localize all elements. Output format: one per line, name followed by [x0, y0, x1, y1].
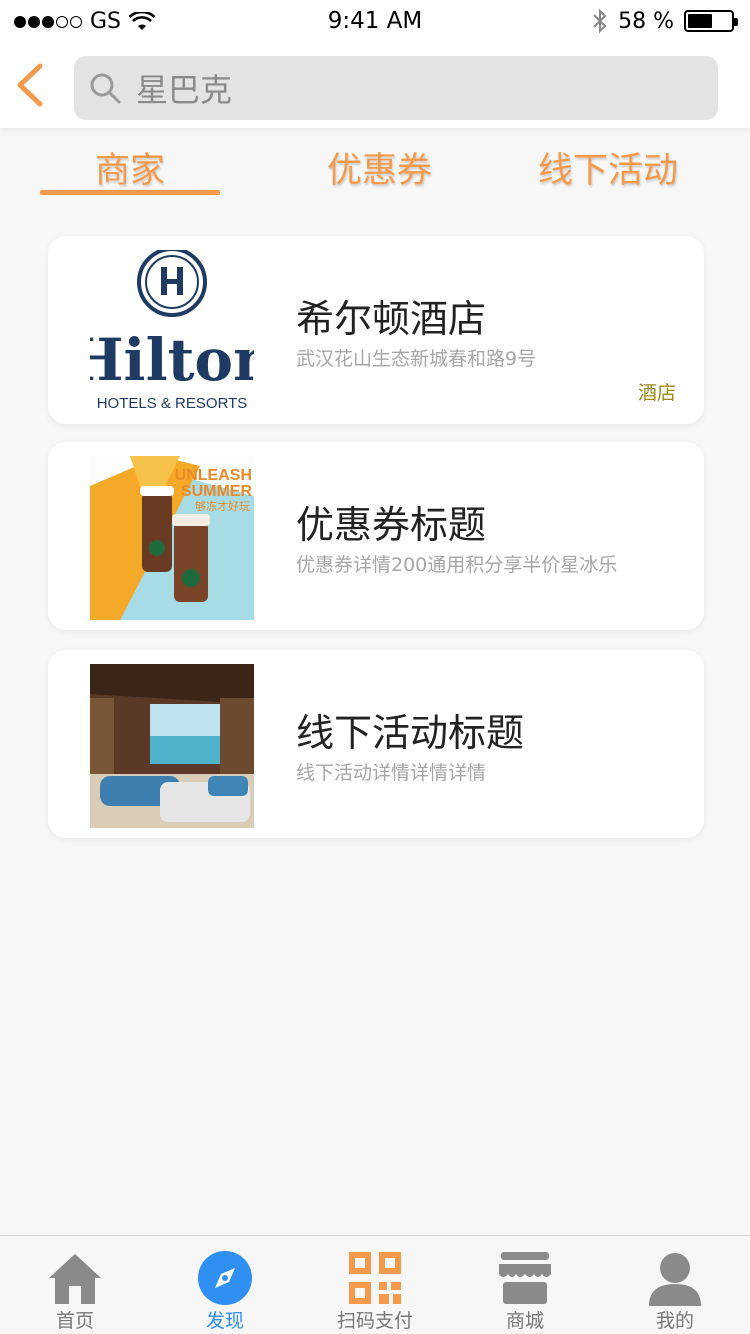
merchant-card[interactable]: Hilton HOTELS & RESORTS 希尔顿酒店 武汉花山生态新城春和…	[48, 236, 704, 424]
category-tabs: 商家 优惠券 线下活动	[0, 128, 750, 208]
compass-icon	[198, 1251, 252, 1305]
active-tab-indicator	[40, 190, 220, 195]
promo-headline-2: SUMMER	[181, 483, 253, 500]
user-icon	[649, 1253, 701, 1306]
nav-label: 我的	[655, 1310, 694, 1332]
coupon-card[interactable]: UNLEASH SUMMER 够冻才好玩 优惠券标题 优惠券详情200通用积分享…	[48, 442, 704, 630]
card-title: 优惠券标题	[296, 503, 487, 547]
card-subtitle: 武汉花山生态新城春和路9号	[296, 348, 537, 370]
tab-offline-events[interactable]: 线下活动	[538, 142, 678, 193]
qr-code-icon	[349, 1252, 401, 1304]
nav-store[interactable]: 商城	[450, 1236, 600, 1334]
status-right: 58 %	[592, 8, 738, 34]
hilton-tagline: HOTELS & RESORTS	[97, 395, 248, 412]
promo-headline-1: UNLEASH	[175, 467, 252, 484]
search-header: 星巴克	[0, 42, 750, 128]
search-query-text: 星巴克	[136, 71, 233, 109]
card-subtitle: 线下活动详情详情详情	[296, 762, 487, 784]
card-subtitle: 优惠券详情200通用积分享半价星冰乐	[296, 554, 618, 576]
nav-label: 商城	[505, 1310, 544, 1332]
nav-profile[interactable]: 我的	[600, 1236, 750, 1334]
nav-label: 扫码支付	[336, 1310, 413, 1332]
home-icon	[49, 1254, 101, 1304]
coupon-image: UNLEASH SUMMER 够冻才好玩	[90, 456, 254, 620]
battery-icon	[684, 10, 738, 32]
nav-scan-pay[interactable]: 扫码支付	[300, 1236, 450, 1334]
event-card[interactable]: 线下活动标题 线下活动详情详情详情	[48, 650, 704, 838]
hilton-wordmark: Hilton	[90, 326, 254, 394]
back-button[interactable]	[12, 62, 52, 108]
event-image	[90, 664, 254, 828]
nav-label: 发现	[205, 1310, 244, 1332]
search-icon	[90, 73, 121, 104]
card-title: 线下活动标题	[296, 711, 525, 755]
battery-percent: 58 %	[618, 8, 674, 34]
category-tag: 酒店	[637, 382, 676, 404]
status-bar: GS 9:41 AM 58 %	[0, 0, 750, 42]
promo-headline-3: 够冻才好玩	[195, 499, 250, 513]
search-input[interactable]: 星巴克	[74, 56, 718, 120]
hilton-logo: Hilton HOTELS & RESORTS	[90, 250, 254, 414]
nav-home[interactable]: 首页	[0, 1236, 150, 1334]
chevron-left-icon	[17, 63, 43, 107]
bluetooth-icon	[593, 8, 607, 34]
nav-discover[interactable]: 发现	[150, 1236, 300, 1334]
card-title: 希尔顿酒店	[296, 297, 487, 341]
bottom-nav: 首页 发现 扫码支付 商城 我的	[0, 1235, 750, 1334]
tab-merchants[interactable]: 商家	[95, 142, 165, 193]
nav-label: 首页	[55, 1310, 94, 1332]
tab-coupons[interactable]: 优惠券	[327, 142, 432, 193]
store-icon	[499, 1252, 551, 1304]
